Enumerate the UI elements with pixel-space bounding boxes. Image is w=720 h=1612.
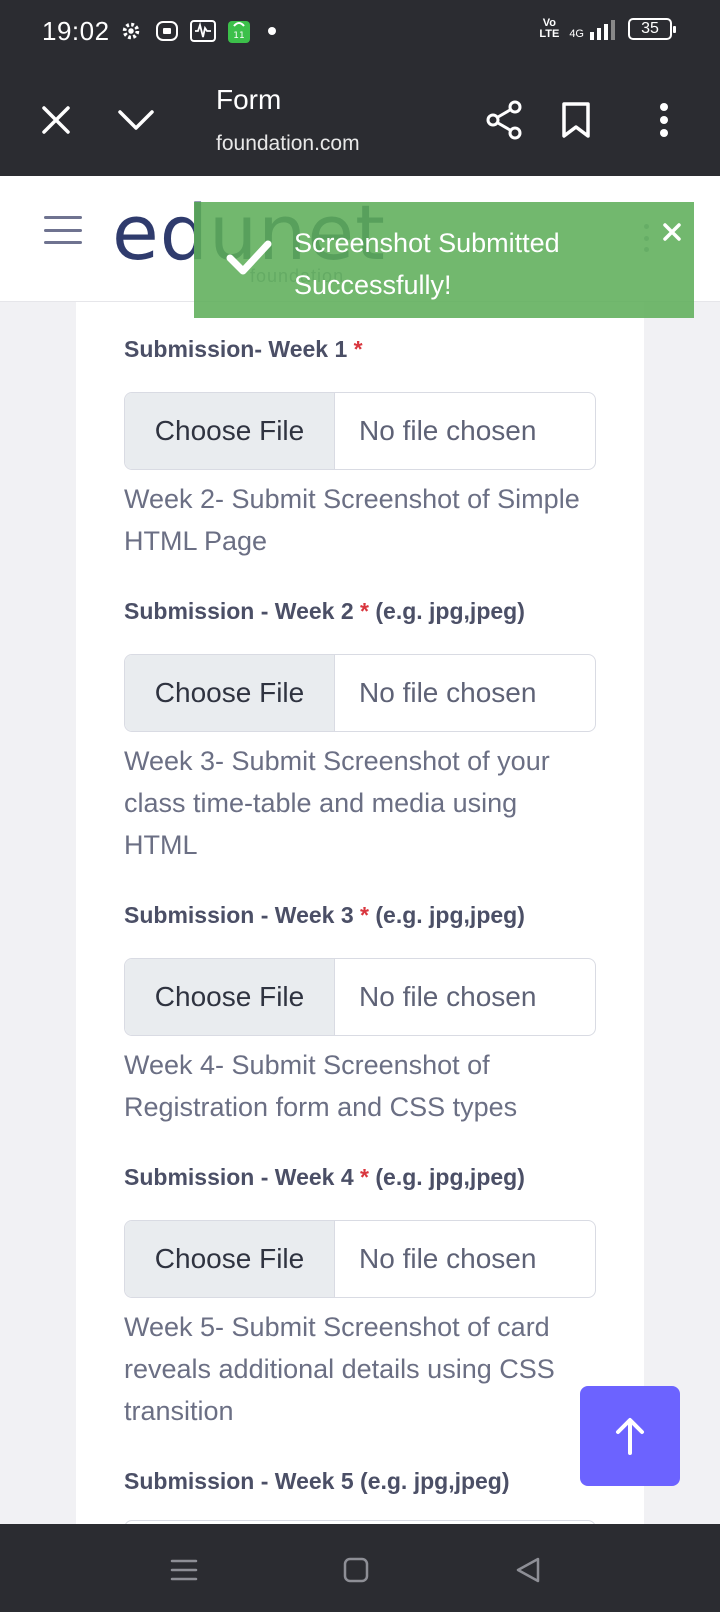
volte-indicator: Vo LTE <box>539 17 560 40</box>
toast-message: Screenshot Submitted Successfully! <box>294 228 560 300</box>
signal-icon: 4G <box>569 18 618 40</box>
page-title: Form <box>216 84 282 115</box>
week2-description: Week 2- Submit Screenshot of Simple HTML… <box>124 484 580 556</box>
close-icon <box>663 223 681 241</box>
week1-file-input[interactable]: Choose File No file chosen <box>124 392 596 470</box>
success-toast: Screenshot Submitted Successfully! <box>194 202 694 318</box>
file-status: No file chosen <box>359 981 537 1012</box>
file-status: No file chosen <box>359 415 537 446</box>
file-status: No file chosen <box>359 1243 537 1274</box>
system-indicators: Vo LTE 4G 35 <box>539 17 676 40</box>
week5-label: Submission - Week 5 (e.g. jpg,jpeg) <box>124 1468 510 1494</box>
menu-icon[interactable] <box>44 216 82 244</box>
battery-icon: 35 <box>628 18 676 40</box>
week2-label: Submission - Week 2 * (e.g. jpg,jpeg) <box>124 598 525 624</box>
choose-file-button[interactable]: Choose File <box>125 655 335 731</box>
home-button[interactable] <box>336 1550 376 1590</box>
back-button[interactable] <box>508 1550 548 1590</box>
close-icon <box>42 106 70 134</box>
week3-description: Week 3- Submit Screenshot of your class … <box>124 746 550 860</box>
more-vertical-icon <box>660 103 668 137</box>
check-icon <box>226 240 272 275</box>
week5-description: Week 5- Submit Screenshot of card reveal… <box>124 1312 555 1426</box>
activity-icon <box>190 18 216 44</box>
share-icon <box>486 100 522 140</box>
web-page: edunet foundation Screenshot Submission-… <box>0 176 720 1524</box>
collapse-button[interactable] <box>110 94 162 146</box>
week1-label: Submission- Week 1 * <box>124 336 363 362</box>
bookmark-button[interactable] <box>550 94 602 146</box>
notification-icons: 11 <box>118 18 276 44</box>
week4-description: Week 4- Submit Screenshot of Registratio… <box>124 1050 518 1122</box>
system-nav-bar <box>0 1524 720 1612</box>
toast-close-button[interactable] <box>658 218 686 246</box>
browser-toolbar: Form foundation.com <box>0 64 720 176</box>
more-options-button[interactable] <box>638 94 690 146</box>
arrow-up-icon <box>616 1418 644 1455</box>
network-label: 4G <box>569 28 584 40</box>
choose-file-button[interactable]: Choose File <box>125 959 335 1035</box>
week4-label: Submission - Week 4 * (e.g. jpg,jpeg) <box>124 1164 525 1190</box>
recent-apps-button[interactable] <box>164 1550 204 1590</box>
choose-file-button[interactable]: Choose File <box>125 393 335 469</box>
chevron-down-icon <box>118 110 154 130</box>
status-bar: 19:02 11 Vo LTE 4G 35 <box>0 0 720 64</box>
settings-icon <box>118 18 144 44</box>
file-status: No file chosen <box>359 677 537 708</box>
bookmark-icon <box>562 102 590 138</box>
scroll-to-top-button[interactable] <box>580 1386 680 1486</box>
shop-icon: 11 <box>226 18 252 44</box>
menu-icon <box>170 1559 198 1581</box>
choose-file-button[interactable]: Choose File <box>125 1221 335 1297</box>
back-icon <box>516 1557 540 1583</box>
week2-file-input[interactable]: Choose File No file chosen <box>124 654 596 732</box>
url-display[interactable]: foundation.com <box>216 132 360 156</box>
week4-file-input[interactable]: Choose File No file chosen <box>124 1220 596 1298</box>
svg-text:11: 11 <box>233 31 244 41</box>
week3-label: Submission - Week 3 * (e.g. jpg,jpeg) <box>124 902 525 928</box>
more-notifications-icon <box>268 27 276 35</box>
status-time: 19:02 <box>42 16 110 46</box>
close-tab-button[interactable] <box>30 94 82 146</box>
app-notification-icon <box>154 18 180 44</box>
week3-file-input[interactable]: Choose File No file chosen <box>124 958 596 1036</box>
home-icon <box>343 1557 369 1583</box>
share-button[interactable] <box>478 94 530 146</box>
